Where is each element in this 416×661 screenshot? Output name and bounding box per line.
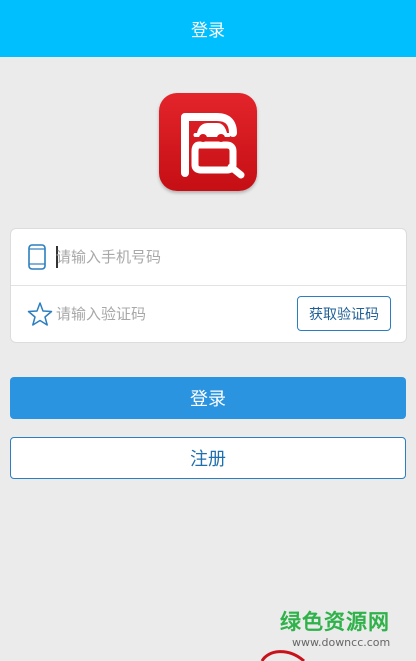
- phone-input[interactable]: [56, 243, 296, 271]
- verification-code-input[interactable]: [56, 300, 296, 328]
- watermark-title: 绿色资源网: [280, 610, 390, 634]
- login-button[interactable]: 登录: [10, 377, 406, 419]
- verification-code-row: 获取验证码: [11, 286, 406, 342]
- logo-glyph-icon: [181, 113, 245, 179]
- title-bar: 登录: [0, 0, 416, 57]
- login-form-card: 获取验证码: [10, 228, 407, 343]
- app-logo: [159, 93, 257, 191]
- phone-row: [11, 229, 406, 286]
- get-code-button[interactable]: 获取验证码: [297, 296, 391, 331]
- star-icon: [27, 301, 53, 331]
- phone-icon: [27, 244, 49, 274]
- page-title: 登录: [191, 21, 225, 41]
- register-button[interactable]: 注册: [10, 437, 406, 479]
- watermark-logo-icon: [260, 650, 305, 661]
